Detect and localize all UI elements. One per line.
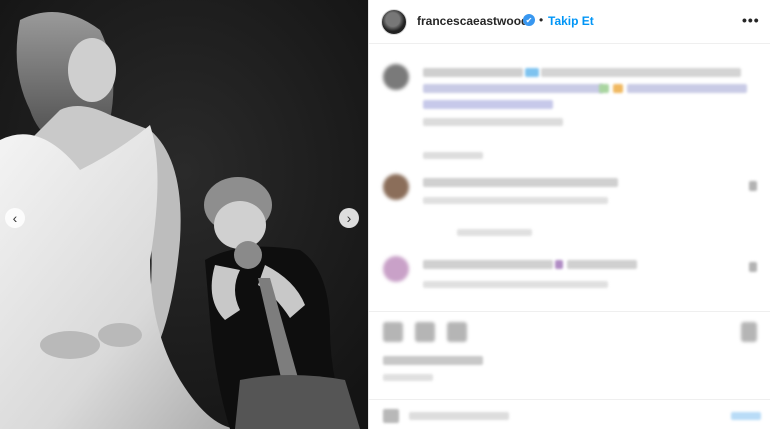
author-username[interactable]: francescaeastwood: [417, 14, 528, 28]
like-icon[interactable]: [749, 262, 757, 272]
comment-avatar[interactable]: [383, 174, 409, 200]
carousel-prev-button[interactable]: ‹: [5, 208, 25, 228]
save-icon[interactable]: [741, 322, 757, 342]
caption-line: [423, 118, 563, 126]
post-details-panel: francescaeastwood ✔ • Takip Et •••: [369, 0, 770, 429]
more-options-icon[interactable]: •••: [742, 12, 760, 28]
caption-line: [613, 84, 623, 93]
view-replies[interactable]: [457, 229, 532, 236]
comment-avatar[interactable]: [383, 256, 409, 282]
header-separator: •: [539, 13, 544, 27]
caption-line: [627, 84, 747, 93]
comment-meta: [423, 197, 608, 204]
post-photo-illustration: [0, 0, 368, 429]
post-comment-button[interactable]: [731, 412, 761, 420]
chevron-left-icon: ‹: [12, 210, 18, 226]
like-icon[interactable]: [749, 181, 757, 191]
caption-line: [423, 68, 523, 77]
caption-line: [599, 84, 609, 93]
post-image[interactable]: ‹ ›: [0, 0, 368, 429]
caption-line: [525, 68, 539, 77]
author-avatar[interactable]: [381, 9, 407, 35]
post-date: [383, 374, 433, 381]
caption-avatar: [383, 64, 409, 90]
share-icon[interactable]: [447, 322, 467, 342]
comment-text: [423, 260, 553, 269]
carousel-next-button[interactable]: ›: [339, 208, 359, 228]
comment-text: [567, 260, 637, 269]
follow-button[interactable]: Takip Et: [548, 14, 594, 28]
actions-divider: [369, 311, 770, 312]
likes-count[interactable]: [383, 356, 483, 365]
comment-text: [423, 178, 618, 187]
comment-meta: [423, 281, 608, 288]
caption-timestamp: [423, 152, 483, 159]
comment-icon[interactable]: [415, 322, 435, 342]
caption-line: [541, 68, 741, 77]
post-header: francescaeastwood ✔ • Takip Et •••: [369, 0, 770, 44]
like-icon[interactable]: [383, 322, 403, 342]
comment-text: [555, 260, 563, 269]
comment-input[interactable]: [409, 412, 509, 420]
caption-line: [423, 84, 603, 93]
verified-badge-icon: ✔: [523, 14, 535, 26]
comment-input-divider: [369, 399, 770, 400]
chevron-right-icon: ›: [346, 210, 352, 226]
emoji-icon[interactable]: [383, 409, 399, 423]
caption-line: [423, 100, 553, 109]
